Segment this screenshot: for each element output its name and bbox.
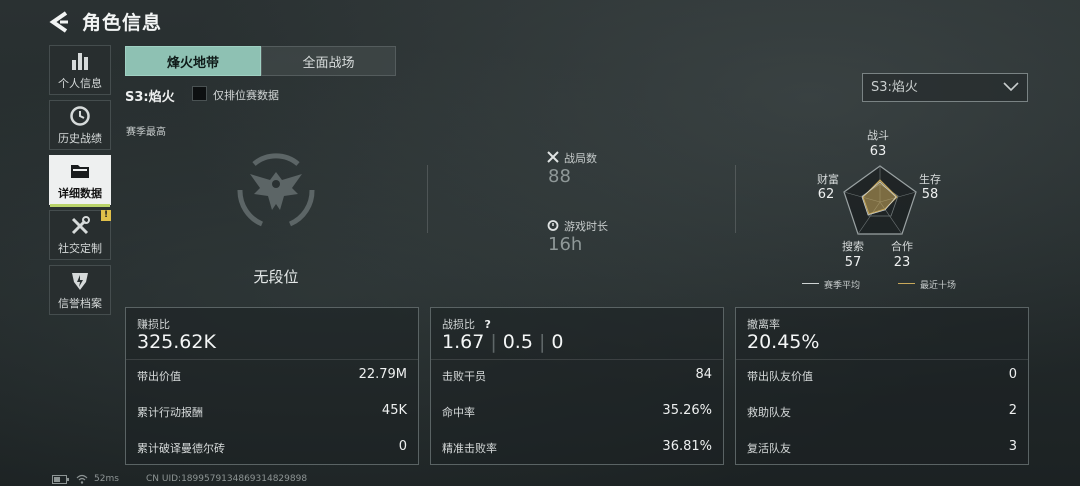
combat-card: 战损比 ? 1.67 | 0.5 | 0 击败干员 84 命中率 35.26% 精准击败率 3… (430, 307, 724, 465)
matches-label: 战局数 (564, 152, 597, 165)
tab-warzone[interactable]: 烽火地带 (125, 46, 261, 76)
divider (735, 165, 736, 233)
list-item: 累计行动报酬 45K (137, 403, 407, 419)
profit-title: 赚损比 (137, 318, 170, 331)
list-item: 命中率 35.26% (442, 403, 712, 419)
nav-label: 信誉档案 (58, 296, 102, 310)
combat-title: 战损比 ? (442, 318, 491, 331)
radar-value-survival: 58 (921, 187, 939, 202)
timer-icon (547, 220, 559, 231)
nav-personal-info[interactable]: 个人信息 (49, 45, 111, 95)
legend-recent-label: 最近十场 (920, 281, 957, 291)
divider (126, 359, 418, 360)
ping-text: 52ms (94, 474, 119, 484)
list-item: 累计破译曼德尔砖 0 (137, 439, 407, 455)
rank-emblem-icon (237, 153, 315, 227)
crossed-swords-icon (547, 151, 559, 163)
clock-icon (70, 105, 90, 126)
playtime-value: 16h (548, 234, 583, 255)
list-item: 精准击败率 36.81% (442, 439, 712, 455)
list-item: 救助队友 2 (747, 403, 1017, 419)
ranked-only-label: 仅排位赛数据 (213, 89, 279, 102)
matches-value: 88 (548, 166, 571, 187)
nav-reputation[interactable]: 信誉档案 (49, 265, 111, 315)
radar-value-wealth: 62 (817, 187, 835, 202)
profit-value: 325.62K (137, 331, 216, 353)
season-best-label: 赛季最高 (126, 127, 166, 138)
ranked-only-checkbox[interactable] (192, 86, 207, 101)
nav-detailed-data[interactable]: 详细数据 (49, 155, 111, 207)
nav-label: 个人信息 (58, 76, 102, 90)
list-item: 带出价值 22.79M (137, 367, 407, 383)
radar-label-search: 搜索 (842, 240, 864, 253)
radar-label-wealth: 财富 (817, 173, 839, 186)
nav-social[interactable]: ! 社交定制 (49, 210, 111, 260)
tab-battlefield[interactable]: 全面战场 (261, 46, 396, 76)
help-icon[interactable]: ? (485, 318, 491, 331)
radar-label-survival: 生存 (919, 173, 941, 186)
extract-card: 撤离率 20.45% 带出队友价值 0 救助队友 2 复活队友 3 (735, 307, 1029, 465)
alert-badge: ! (101, 210, 111, 221)
season-select-value: S3:焰火 (871, 80, 918, 95)
chevron-down-icon (1003, 82, 1019, 92)
extract-value: 20.45% (747, 331, 820, 353)
legend-recent-swatch (898, 283, 915, 284)
radar-label-coop: 合作 (891, 240, 913, 253)
radar-chart (843, 165, 917, 235)
list-item: 带出队友价值 0 (747, 367, 1017, 383)
radar-value-coop: 23 (893, 255, 911, 270)
season-label: S3:焰火 (125, 90, 175, 105)
nav-label: 社交定制 (58, 241, 102, 255)
nav-history[interactable]: 历史战绩 (49, 100, 111, 150)
legend-season-swatch (802, 283, 819, 284)
radar-label-combat: 战斗 (867, 129, 889, 142)
bar-chart-icon (72, 52, 88, 70)
list-item: 击败干员 84 (442, 367, 712, 383)
legend-season-label: 赛季平均 (824, 281, 861, 291)
profit-card: 赚损比 325.62K 带出价值 22.79M 累计行动报酬 45K 累计破译曼德尔… (125, 307, 419, 465)
battery-icon (52, 475, 69, 484)
extract-title: 撤离率 (747, 318, 780, 331)
radar-value-search: 57 (844, 255, 862, 270)
tools-icon (71, 215, 90, 234)
page-title: 角色信息 (82, 12, 163, 34)
back-arrow-icon[interactable] (48, 10, 74, 34)
folder-icon (71, 164, 89, 178)
uid-text: CN UID:1899579134869314829898 (146, 474, 308, 484)
divider (736, 359, 1028, 360)
shield-icon (72, 272, 88, 290)
rank-text: 无段位 (253, 268, 299, 286)
divider (427, 165, 428, 233)
nav-label: 历史战绩 (58, 131, 102, 145)
combat-values: 1.67 | 0.5 | 0 (442, 331, 564, 353)
wifi-icon (76, 474, 88, 484)
radar-value-combat: 63 (869, 144, 887, 159)
playtime-label: 游戏时长 (564, 220, 608, 233)
season-select[interactable]: S3:焰火 (862, 73, 1028, 102)
nav-label: 详细数据 (58, 186, 102, 200)
divider (431, 359, 723, 360)
list-item: 复活队友 3 (747, 439, 1017, 455)
